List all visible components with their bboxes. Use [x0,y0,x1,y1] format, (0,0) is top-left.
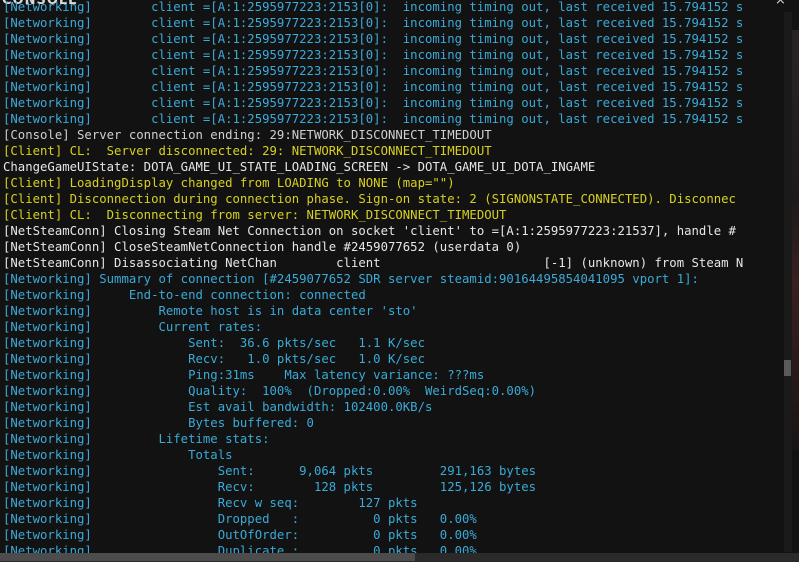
log-line: [Networking] Dropped : 0 pkts 0.00% [3,512,477,526]
background-game-strip [792,30,799,450]
console-log-output[interactable]: [Networking] client =[A:1:2595977223:215… [3,0,793,554]
log-line: [Networking] Ping:31ms Max latency varia… [3,368,485,382]
log-line: [Networking] client =[A:1:2595977223:215… [3,0,744,14]
log-line: ChangeGameUIState: DOTA_GAME_UI_STATE_LO… [3,160,596,174]
log-line: [Networking] Est avail bandwidth: 102400… [3,400,433,414]
log-line: [Networking] Sent: 36.6 pkts/sec 1.1 K/s… [3,336,425,350]
log-line: [Client] LoadingDisplay changed from LOA… [3,176,455,190]
log-line: [Networking] Summary of connection [#245… [3,272,699,286]
console-window: CONSOLE × [Networking] client =[A:1:2595… [0,0,799,562]
log-line: [Networking] Quality: 100% (Dropped:0.00… [3,384,537,398]
log-line: [NetSteamConn] Closing Steam Net Connect… [3,224,736,238]
log-line: [Networking] client =[A:1:2595977223:215… [3,64,744,78]
log-line: [Networking] Sent: 9,064 pkts 291,163 by… [3,464,537,478]
log-line: [Networking] client =[A:1:2595977223:215… [3,80,744,94]
log-line: [Networking] Recv: 1.0 pkts/sec 1.0 K/se… [3,352,425,366]
log-line: [Networking] OutOfOrder: 0 pkts 0.00% [3,528,477,542]
log-line: [Networking] client =[A:1:2595977223:215… [3,48,744,62]
log-line: [Networking] client =[A:1:2595977223:215… [3,16,744,30]
log-line: [Console] Server connection ending: 29:N… [3,128,492,142]
log-line: [Networking] Remote host is in data cent… [3,304,418,318]
log-line: [Networking] client =[A:1:2595977223:215… [3,32,744,46]
log-line: [Client] Disconnection during connection… [3,192,736,206]
log-line: [Networking] client =[A:1:2595977223:215… [3,96,744,110]
log-line: [Networking] Recv w seq: 127 pkts [3,496,418,510]
log-line: [Client] CL: Server disconnected: 29: NE… [3,144,492,158]
log-line: [NetSteamConn] Disassociating NetChan cl… [3,256,744,270]
log-line: [Networking] Current rates: [3,320,263,334]
log-line: [Networking] Lifetime stats: [3,432,270,446]
log-line: [Client] CL: Disconnecting from server: … [3,208,507,222]
vertical-scrollbar[interactable] [784,12,792,552]
log-line: [Networking] Totals [3,448,233,462]
log-line: [Networking] client =[A:1:2595977223:215… [3,112,744,126]
log-line: [Networking] Bytes buffered: 0 [3,416,314,430]
log-line: [NetSteamConn] CloseSteamNetConnection h… [3,240,522,254]
vertical-scrollbar-thumb[interactable] [784,360,791,376]
log-line: [Networking] End-to-end connection: conn… [3,288,366,302]
horizontal-scrollbar-thumb[interactable] [0,553,415,561]
log-line: [Networking] Recv: 128 pkts 125,126 byte… [3,480,537,494]
